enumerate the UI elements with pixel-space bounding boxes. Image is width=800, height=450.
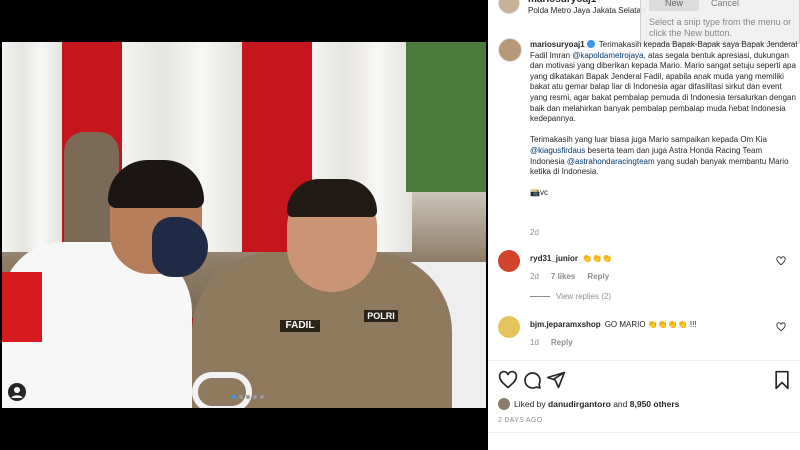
likes-text: Liked by danudirgantoro and 8,950 others: [514, 399, 679, 409]
comment-item: bjm.jeparamxshop GO MARIO 👏👏👏👏 !!! 1d Rep…: [496, 316, 792, 356]
action-bar: [488, 368, 800, 392]
heart-icon[interactable]: [776, 322, 786, 332]
caption-segment: 📸vc: [530, 188, 548, 198]
user-tag-button[interactable]: [8, 383, 26, 401]
share-icon[interactable]: [546, 370, 566, 390]
view-replies-link[interactable]: View replies (2): [530, 292, 611, 301]
comment-body: 👏👏👏: [582, 254, 612, 263]
comment-item: ryd31_junior 👏👏👏 2d 7 likes Reply: [496, 250, 792, 290]
comment-meta: 2d 7 likes Reply: [530, 272, 609, 281]
name-tag: FADIL: [280, 320, 320, 332]
snip-message: Select a snip type from the menu or clic…: [649, 17, 792, 38]
divider: [488, 432, 800, 433]
face-mask: [152, 217, 208, 277]
carousel-dot[interactable]: [253, 395, 257, 399]
avatar[interactable]: [498, 250, 520, 272]
mention-link[interactable]: @kiagusfirdaus: [530, 146, 585, 155]
carousel-dot[interactable]: [232, 395, 236, 399]
trees: [406, 42, 486, 192]
post-header: mariosuryoaj1 Polda Metro Jaya Jakata Se…: [488, 0, 800, 44]
comment-age: 1d: [530, 338, 539, 347]
post-date: 2 DAYS AGO: [498, 417, 543, 424]
comment-username[interactable]: bjm.jeparamxshop: [530, 320, 601, 329]
liked-by-user[interactable]: danudirgantoro: [548, 399, 611, 409]
likes-prefix: Liked by: [514, 399, 549, 409]
post-media-pane: FADIL POLRI: [0, 0, 488, 450]
carousel-dot[interactable]: [246, 395, 250, 399]
like-heart-icon[interactable]: [498, 370, 518, 390]
caption-timestamp: 2d: [530, 228, 539, 237]
officer-hair: [287, 179, 377, 217]
heart-icon[interactable]: [776, 256, 786, 266]
comment-icon[interactable]: [522, 370, 542, 390]
chair: [192, 372, 252, 408]
post-location[interactable]: Polda Metro Jaya Jakata Selatan: [528, 6, 645, 15]
curtain-white: [2, 42, 62, 252]
post-photo[interactable]: FADIL POLRI: [2, 42, 486, 408]
mention-link[interactable]: @kapoldametrojaya: [572, 51, 643, 60]
likes-and: and: [610, 399, 630, 409]
comment-username[interactable]: ryd31_junior: [530, 254, 578, 263]
mention-link[interactable]: @astrahondaracingteam: [567, 157, 655, 166]
avatar: [498, 398, 510, 410]
reply-button[interactable]: Reply: [587, 272, 609, 281]
shirt-red-panel: [2, 272, 42, 342]
caption-segment: , atas segala bentuk apresiasi, dukungan…: [530, 50, 796, 124]
comment-meta: 1d Reply: [530, 338, 573, 347]
snip-cancel-button[interactable]: Cancel: [711, 0, 771, 11]
avatar[interactable]: [498, 38, 522, 62]
screen: FADIL POLRI mariosuryoaj1 Polda Metro Ja…: [0, 0, 800, 450]
avatar[interactable]: [498, 0, 520, 14]
caption-segment: Terimakasih yang luar biasa juga Mario s…: [530, 135, 768, 145]
comment-text: ryd31_junior 👏👏👏: [530, 254, 612, 263]
verified-icon: [586, 40, 595, 48]
post-username[interactable]: mariosuryoaj1: [528, 0, 596, 5]
comment-text: bjm.jeparamxshop GO MARIO 👏👏👏👏 !!!: [530, 320, 697, 329]
likes-summary: Liked by danudirgantoro and 8,950 others: [498, 398, 679, 410]
avatar[interactable]: [498, 316, 520, 338]
caption-text: mariosuryoaj1 Terimakasih kepada Bapak-B…: [530, 40, 798, 199]
snipping-tool-overlay: New Cancel Select a snip type from the m…: [640, 0, 800, 44]
carousel-dot[interactable]: [260, 395, 264, 399]
carousel-dot[interactable]: [239, 395, 243, 399]
snip-new-button[interactable]: New: [649, 0, 699, 11]
likes-count[interactable]: 8,950 others: [630, 399, 680, 409]
view-replies-label[interactable]: View replies (2): [556, 292, 611, 301]
post-sidebar: mariosuryoaj1 Polda Metro Jaya Jakata Se…: [488, 0, 800, 450]
polri-tag: POLRI: [364, 310, 398, 322]
divider: [530, 296, 550, 297]
comment-age: 2d: [530, 272, 539, 281]
caption-username[interactable]: mariosuryoaj1: [530, 40, 585, 49]
comment-likes[interactable]: 7 likes: [551, 272, 575, 281]
reply-button[interactable]: Reply: [551, 338, 573, 347]
bookmark-icon[interactable]: [772, 370, 792, 390]
carousel-dots: [232, 395, 264, 399]
divider: [488, 360, 800, 361]
user-icon: [11, 387, 23, 398]
comment-body: GO MARIO 👏👏👏👏 !!!: [604, 320, 697, 329]
